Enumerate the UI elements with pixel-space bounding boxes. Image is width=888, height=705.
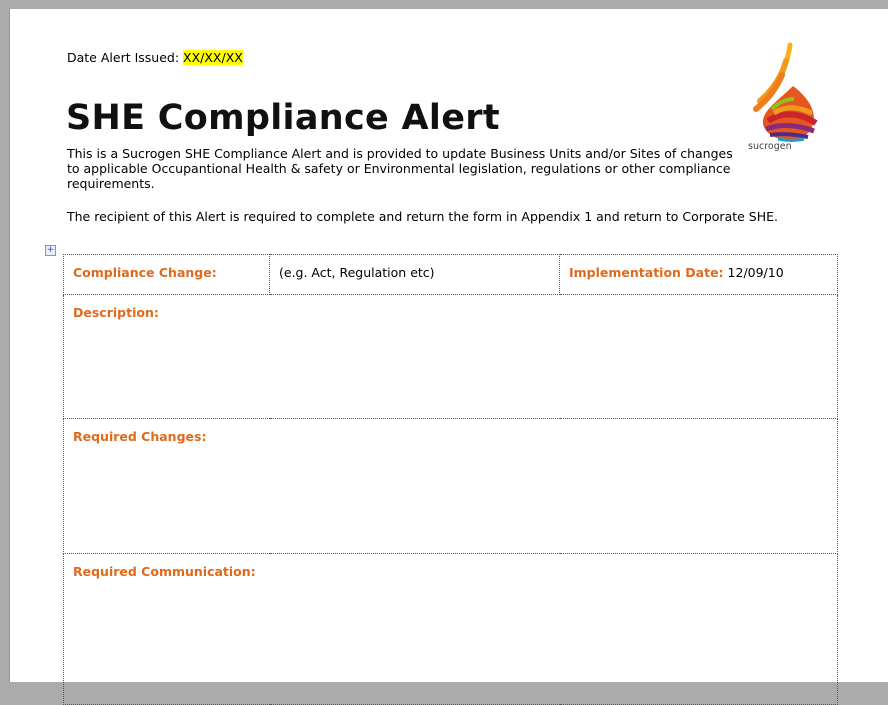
table-row: Compliance Change: (e.g. Act, Regulation… xyxy=(63,254,838,295)
compliance-change-label: Compliance Change: xyxy=(73,265,217,280)
required-communication-label: Required Communication: xyxy=(73,564,256,579)
description-label: Description: xyxy=(73,305,159,320)
recipient-instructions: The recipient of this Alert is required … xyxy=(67,209,779,224)
table-move-handle-icon[interactable]: + xyxy=(45,245,56,256)
table-row: Required Changes: xyxy=(63,418,838,554)
compliance-change-value: (e.g. Act, Regulation etc) xyxy=(279,265,435,280)
required-changes-cell[interactable]: Required Changes: xyxy=(63,418,838,554)
sucrogen-logo-text: sucrogen xyxy=(748,141,792,152)
implementation-date-value: 12/09/10 xyxy=(723,265,784,280)
compliance-form-table: Compliance Change: (e.g. Act, Regulation… xyxy=(63,254,838,705)
document-page: Date Alert Issued: XX/XX/XX sucrogen SHE… xyxy=(10,9,888,705)
implementation-date-cell[interactable]: Implementation Date: 12/09/10 xyxy=(559,254,838,295)
intro-paragraph: This is a Sucrogen SHE Compliance Alert … xyxy=(67,146,733,191)
compliance-change-cell[interactable]: Compliance Change: xyxy=(63,254,270,295)
table-row: Description: xyxy=(63,294,838,419)
date-alert-value[interactable]: XX/XX/XX xyxy=(183,50,243,65)
implementation-date-label: Implementation Date: xyxy=(569,265,724,280)
page-title: SHE Compliance Alert xyxy=(66,98,500,138)
date-alert-issued: Date Alert Issued: XX/XX/XX xyxy=(67,50,243,65)
date-alert-label: Date Alert Issued: xyxy=(67,50,184,65)
compliance-change-value-cell[interactable]: (e.g. Act, Regulation etc) xyxy=(269,254,560,295)
required-changes-label: Required Changes: xyxy=(73,429,207,444)
description-cell[interactable]: Description: xyxy=(63,294,838,419)
